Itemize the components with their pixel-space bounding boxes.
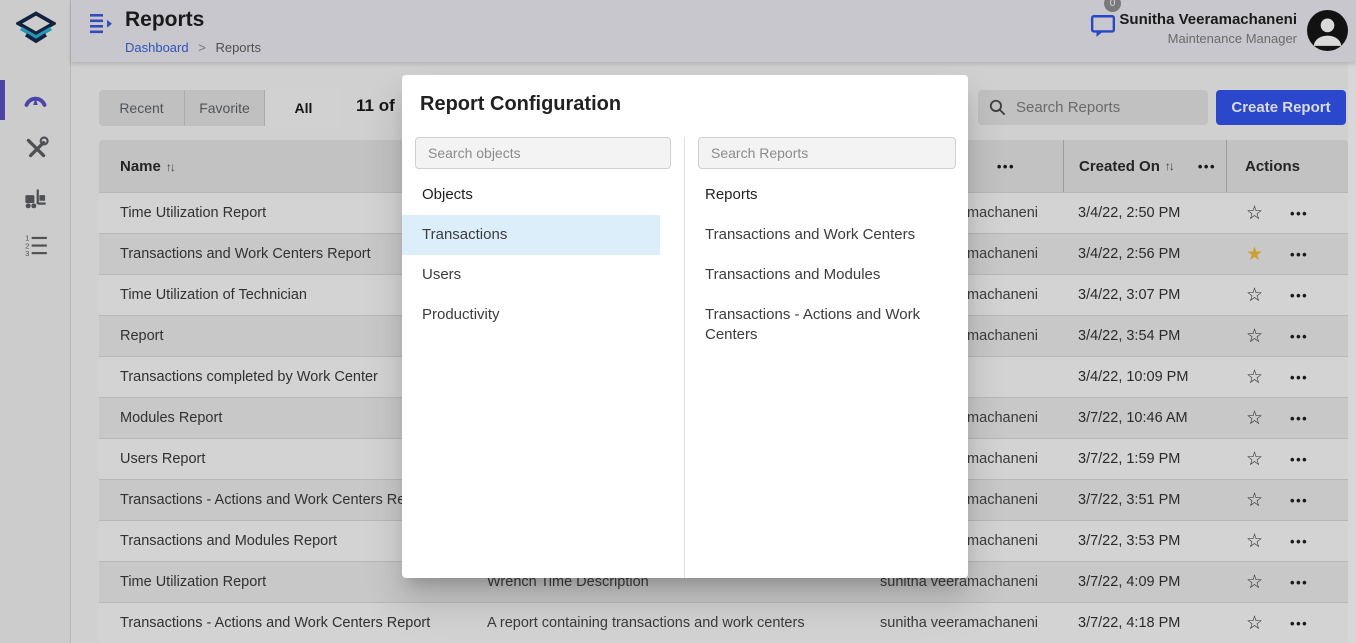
modal-title: Report Configuration [420,93,621,116]
report-item[interactable]: Transactions and Modules [685,255,968,295]
object-item-users[interactable]: Users [402,255,660,295]
object-item-transactions[interactable]: Transactions [402,215,660,255]
object-item-productivity[interactable]: Productivity [402,295,660,335]
report-configuration-modal: Report Configuration Objects Transaction… [402,75,968,578]
objects-search-input[interactable] [415,137,671,169]
report-item[interactable]: Transactions and Work Centers [685,215,968,255]
objects-list: Objects Transactions Users Productivity [402,175,660,335]
modal-reports-search-input[interactable] [698,137,956,169]
reports-list: Reports Transactions and Work Centers Tr… [685,175,968,355]
reports-list-header: Reports [685,175,968,215]
objects-list-header: Objects [402,175,660,215]
report-item[interactable]: Transactions - Actions and Work Centers [685,295,940,355]
app-window: 1 2 3 Reports Dashboard > Reports [0,0,1356,643]
